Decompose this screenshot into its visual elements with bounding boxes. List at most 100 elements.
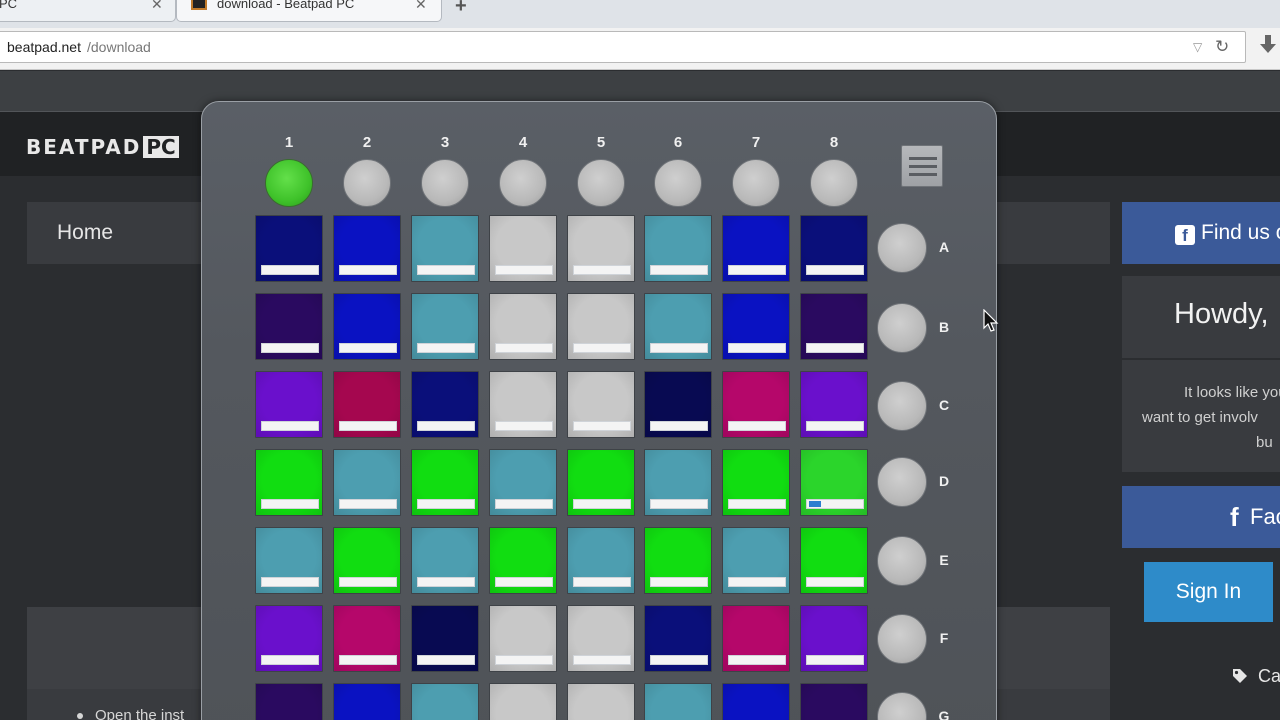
launchpad-pad[interactable]	[722, 215, 790, 282]
chevron-down-icon[interactable]: ▽	[1193, 32, 1202, 62]
launchpad-pad[interactable]	[411, 215, 479, 282]
column-trigger-button[interactable]	[343, 159, 391, 207]
launchpad-pad[interactable]	[644, 605, 712, 672]
close-icon[interactable]: ✕	[151, 0, 163, 13]
launchpad-pad[interactable]	[489, 293, 557, 360]
launchpad-pad[interactable]	[333, 605, 401, 672]
browser-tab-active[interactable]: download - Beatpad PC ✕	[176, 0, 442, 22]
column-trigger-button[interactable]	[810, 159, 858, 207]
launchpad-pad[interactable]	[411, 527, 479, 594]
pad-indicator	[573, 655, 631, 665]
nav-home-link[interactable]: Home	[57, 202, 113, 264]
reload-icon[interactable]: ↻	[1215, 32, 1229, 62]
pad-indicator	[728, 265, 786, 275]
row-trigger-button[interactable]	[877, 303, 927, 353]
column-trigger-button[interactable]	[654, 159, 702, 207]
launchpad-pad[interactable]	[411, 293, 479, 360]
hamburger-menu-icon[interactable]	[901, 145, 943, 187]
howdy-panel: Howdy, It looks like you' want to get in…	[1122, 276, 1280, 472]
launchpad-pad[interactable]	[489, 215, 557, 282]
launchpad-pad[interactable]	[333, 215, 401, 282]
sign-in-button[interactable]: Sign In	[1144, 562, 1273, 622]
pad-indicator	[417, 655, 475, 665]
find-us-label: Find us o	[1201, 221, 1280, 244]
column-trigger-button[interactable]	[577, 159, 625, 207]
pad-indicator	[650, 655, 708, 665]
launchpad-pad[interactable]	[333, 293, 401, 360]
launchpad-pad[interactable]	[411, 449, 479, 516]
launchpad-pad[interactable]	[255, 371, 323, 438]
launchpad-pad[interactable]	[255, 605, 323, 672]
launchpad-pad[interactable]	[800, 527, 868, 594]
launchpad-pad[interactable]	[644, 449, 712, 516]
row-trigger-button[interactable]	[877, 536, 927, 586]
launchpad-pad[interactable]	[333, 449, 401, 516]
launchpad-pad[interactable]	[722, 527, 790, 594]
launchpad-pad[interactable]	[489, 371, 557, 438]
launchpad-pad[interactable]	[411, 683, 479, 720]
facebook-login-button[interactable]: f Fac	[1122, 486, 1280, 548]
launchpad-pad[interactable]	[567, 371, 635, 438]
launchpad-pad[interactable]	[255, 527, 323, 594]
row-trigger-button[interactable]	[877, 457, 927, 507]
row-trigger-button[interactable]	[877, 381, 927, 431]
address-bar[interactable]: beatpad.net /download ▽ ↻	[0, 31, 1246, 63]
launchpad-pad[interactable]	[722, 605, 790, 672]
launchpad-pad[interactable]	[333, 371, 401, 438]
download-icon[interactable]	[1258, 32, 1278, 58]
launchpad-pad[interactable]	[333, 527, 401, 594]
launchpad-pad[interactable]	[567, 683, 635, 720]
pad-indicator	[650, 343, 708, 353]
launchpad-pad[interactable]	[255, 683, 323, 720]
launchpad-pad[interactable]	[800, 215, 868, 282]
launchpad-pad[interactable]	[722, 371, 790, 438]
launchpad-pad[interactable]	[644, 371, 712, 438]
mouse-cursor-icon	[983, 309, 999, 332]
new-tab-button[interactable]: +	[455, 0, 467, 16]
launchpad-pad[interactable]	[567, 527, 635, 594]
column-label: 7	[751, 134, 761, 151]
instructions-text: Open the inst	[95, 707, 185, 720]
launchpad-pad[interactable]	[255, 293, 323, 360]
launchpad-pad[interactable]	[644, 293, 712, 360]
browser-tab[interactable]: PC ✕	[0, 0, 176, 22]
launchpad-pad[interactable]	[722, 683, 790, 720]
launchpad-pad[interactable]	[644, 683, 712, 720]
launchpad-pad[interactable]	[255, 449, 323, 516]
launchpad-pad[interactable]	[255, 215, 323, 282]
column-trigger-button[interactable]	[732, 159, 780, 207]
launchpad-pad[interactable]	[411, 605, 479, 672]
launchpad-pad[interactable]	[489, 605, 557, 672]
launchpad-pad[interactable]	[489, 683, 557, 720]
launchpad-pad[interactable]	[411, 371, 479, 438]
row-label: D	[938, 473, 950, 489]
launchpad-pad[interactable]	[800, 293, 868, 360]
launchpad-pad[interactable]	[333, 683, 401, 720]
column-label: 2	[362, 134, 372, 151]
launchpad-pad[interactable]	[800, 605, 868, 672]
launchpad-pad[interactable]	[722, 293, 790, 360]
launchpad-pad[interactable]	[800, 371, 868, 438]
row-trigger-button[interactable]	[877, 223, 927, 273]
launchpad-pad[interactable]	[567, 605, 635, 672]
column-trigger-button[interactable]	[421, 159, 469, 207]
launchpad-pad[interactable]	[567, 293, 635, 360]
launchpad-pad[interactable]	[489, 449, 557, 516]
row-trigger-button[interactable]	[877, 614, 927, 664]
launchpad-pad[interactable]	[567, 449, 635, 516]
launchpad-pad[interactable]	[644, 215, 712, 282]
launchpad-pad[interactable]	[800, 449, 868, 516]
beatpad-logo[interactable]: BEATPAD PC	[26, 136, 179, 158]
launchpad-pad[interactable]	[567, 215, 635, 282]
close-icon[interactable]: ✕	[415, 0, 427, 13]
launchpad-pad[interactable]	[644, 527, 712, 594]
column-trigger-button[interactable]	[499, 159, 547, 207]
find-us-facebook-button[interactable]: f Find us o	[1122, 202, 1280, 264]
column-trigger-button[interactable]	[265, 159, 313, 207]
launchpad-pad[interactable]	[800, 683, 868, 720]
launchpad-pad[interactable]	[489, 527, 557, 594]
row-trigger-button[interactable]	[877, 692, 927, 720]
launchpad-pad[interactable]	[722, 449, 790, 516]
instructions-list-item: Open the inst	[77, 707, 184, 720]
categories-link[interactable]: Ca	[1232, 666, 1280, 687]
